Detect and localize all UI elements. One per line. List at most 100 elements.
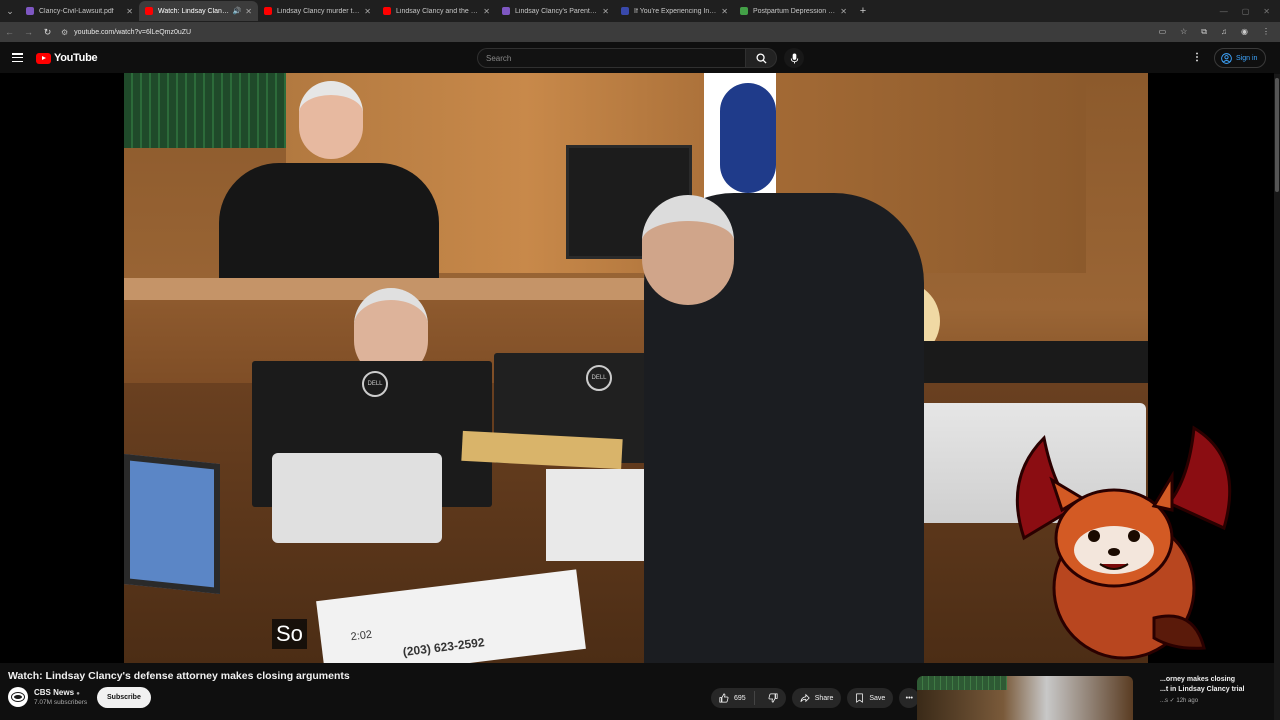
- share-label: Share: [814, 694, 834, 702]
- pdf-favicon-icon: [502, 7, 510, 15]
- like-button[interactable]: 695: [711, 691, 755, 705]
- recommended-video-thumbnail[interactable]: [917, 676, 1133, 720]
- youtube-header: YouTube Search ⋮ Sign in: [0, 42, 1280, 74]
- browser-tab[interactable]: Clancy-Civil-Lawsuit.pdf ✕: [20, 1, 139, 21]
- tab-title: Lindsay Clancy's Parents' $1 Mi: [515, 7, 598, 15]
- close-tab-icon[interactable]: ✕: [721, 7, 728, 16]
- thumbs-down-icon: [768, 693, 778, 703]
- sign-in-button[interactable]: Sign in: [1214, 48, 1267, 68]
- save-button[interactable]: Save: [847, 688, 894, 708]
- browser-tab[interactable]: Lindsay Clancy murder trial: Pro ✕: [258, 1, 377, 21]
- subscribe-button[interactable]: Subscribe: [97, 687, 151, 708]
- browser-actions: ▭ ☆ ⧉ ♫ ◉ ⋮: [1159, 27, 1280, 37]
- search-input[interactable]: Search: [477, 48, 745, 68]
- close-tab-icon[interactable]: ✕: [602, 7, 609, 16]
- dell-logo: DELL: [586, 365, 612, 391]
- red-panda-sticker: [1015, 425, 1232, 660]
- scrollbar-thumb[interactable]: [1275, 78, 1279, 192]
- recommended-title-line2: ...t in Lindsay Clancy trial: [1160, 686, 1245, 693]
- closed-caption: So: [272, 619, 307, 649]
- window-controls: — ▢ ✕: [1220, 7, 1280, 16]
- flag-seal: [720, 83, 776, 193]
- youtube-favicon-icon: [145, 7, 153, 15]
- cbs-eye-icon: [12, 693, 24, 701]
- tab-search-icon[interactable]: ⌄: [0, 0, 20, 22]
- browser-tab[interactable]: Lindsay Clancy and the Eviden ✕: [377, 1, 496, 21]
- tab-title: Watch: Lindsay Clancy's def: [158, 7, 230, 15]
- dislike-button[interactable]: [760, 693, 786, 703]
- recommended-age: 12h ago: [1176, 698, 1199, 704]
- recommended-title-line1: ...orney makes closing: [1160, 676, 1236, 683]
- extensions-icon[interactable]: ⧉: [1201, 27, 1207, 37]
- more-horizontal-icon: •••: [905, 694, 914, 702]
- account-icon: [1221, 52, 1232, 64]
- channel-avatar[interactable]: [8, 687, 28, 707]
- youtube-logo-text: YouTube: [54, 52, 98, 64]
- tab-title: If You're Experiencing Intrusive: [634, 7, 718, 15]
- new-tab-icon[interactable]: +: [853, 5, 873, 17]
- share-button[interactable]: Share: [791, 688, 842, 708]
- address-bar[interactable]: ⚙ youtube.com/watch?v=6lLeQmz0uZU: [61, 28, 191, 37]
- site-favicon-icon: [740, 7, 748, 15]
- phone-time: 2:02: [350, 628, 373, 644]
- tab-title: Postpartum Depression (PPD): I: [753, 7, 836, 15]
- minimize-icon[interactable]: —: [1220, 7, 1228, 16]
- profile-icon[interactable]: ◉: [1241, 27, 1248, 37]
- browser-tab[interactable]: If You're Experiencing Intrusive ✕: [615, 1, 734, 21]
- tab-title: Clancy-Civil-Lawsuit.pdf: [39, 7, 114, 15]
- speaker-icon[interactable]: 🔊: [233, 7, 242, 15]
- channel-name[interactable]: CBS News ●: [34, 688, 80, 697]
- subscriber-count: 7.07M subscribers: [34, 699, 88, 706]
- close-tab-icon[interactable]: ✕: [245, 7, 252, 16]
- bookshelf: [124, 73, 286, 148]
- browser-tab[interactable]: Lindsay Clancy's Parents' $1 Mi ✕: [496, 1, 615, 21]
- back-icon[interactable]: ←: [0, 27, 19, 37]
- phone-number: (203) 623-2592: [402, 635, 486, 660]
- browser-toolbar: ← → ↻ ⚙ youtube.com/watch?v=6lLeQmz0uZU …: [0, 22, 1280, 42]
- dell-logo: DELL: [362, 371, 388, 397]
- like-count: 695: [734, 694, 746, 702]
- page-scrollbar[interactable]: [1274, 74, 1280, 720]
- menu-icon[interactable]: [12, 53, 23, 62]
- pdf-favicon-icon: [26, 7, 34, 15]
- recommended-video-info[interactable]: ...orney makes closing ...t in Lindsay C…: [1160, 675, 1270, 704]
- browser-menu-icon[interactable]: ⋮: [1262, 27, 1270, 37]
- thumbnail-bookshelf: [917, 676, 1007, 690]
- recommended-video-meta: ...s ✓ 12h ago: [1160, 697, 1270, 704]
- verified-icon: ●: [76, 691, 80, 697]
- bookmark-star-icon[interactable]: ☆: [1180, 27, 1187, 37]
- site-favicon-icon: [621, 7, 629, 15]
- video-title: Watch: Lindsay Clancy's defense attorney…: [8, 670, 350, 682]
- judge-robe: [219, 163, 439, 283]
- site-info-icon[interactable]: ⚙: [61, 28, 68, 37]
- youtube-play-icon: [36, 52, 51, 64]
- browser-tab[interactable]: Postpartum Depression (PPD): I ✕: [734, 1, 853, 21]
- forward-icon[interactable]: →: [19, 27, 38, 37]
- laptop: [124, 453, 220, 595]
- media-controls-icon[interactable]: ♫: [1221, 27, 1227, 37]
- recommended-video-title: ...orney makes closing ...t in Lindsay C…: [1160, 675, 1270, 695]
- reload-icon[interactable]: ↻: [38, 27, 57, 38]
- defense-attorney-head: [642, 195, 734, 305]
- white-box: [546, 469, 658, 561]
- close-tab-icon[interactable]: ✕: [364, 7, 371, 16]
- voice-search-button[interactable]: [784, 48, 804, 68]
- close-tab-icon[interactable]: ✕: [483, 7, 490, 16]
- video-frame: DELL DELL 2:02 (203) 623-2592: [124, 73, 1148, 663]
- thumbs-up-icon: [719, 693, 729, 703]
- video-actions: 695 Share Save •••: [711, 688, 920, 708]
- close-window-icon[interactable]: ✕: [1263, 7, 1270, 16]
- recommended-channel: ...s ✓: [1160, 698, 1175, 704]
- tab-title: Lindsay Clancy murder trial: Pro: [277, 7, 361, 15]
- close-tab-icon[interactable]: ✕: [126, 7, 133, 16]
- maximize-icon[interactable]: ▢: [1242, 7, 1250, 16]
- cast-icon[interactable]: ▭: [1159, 27, 1167, 37]
- youtube-favicon-icon: [264, 7, 272, 15]
- search-button[interactable]: [745, 48, 777, 68]
- close-tab-icon[interactable]: ✕: [840, 7, 847, 16]
- browser-tabstrip: ⌄ Clancy-Civil-Lawsuit.pdf ✕ Watch: Lind…: [0, 0, 1280, 22]
- url-text: youtube.com/watch?v=6lLeQmz0uZU: [74, 28, 192, 36]
- settings-more-icon[interactable]: ⋮: [1192, 52, 1202, 63]
- browser-tab-active[interactable]: Watch: Lindsay Clancy's def 🔊 ✕: [139, 1, 258, 21]
- youtube-logo[interactable]: YouTube: [36, 52, 98, 64]
